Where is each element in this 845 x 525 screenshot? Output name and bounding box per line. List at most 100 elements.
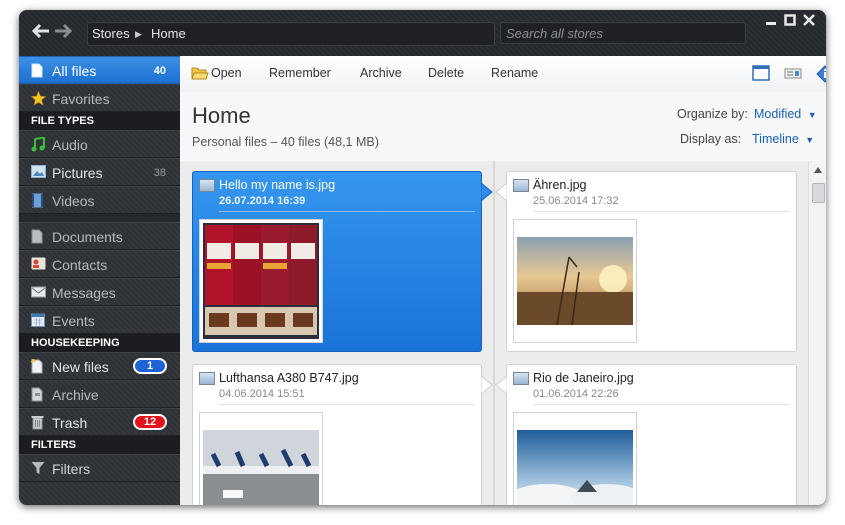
sidebar-item-messages[interactable]: Messages [19, 278, 180, 306]
document-icon [31, 229, 45, 244]
organize-by-label: Organize by: [677, 107, 748, 121]
image-file-icon [513, 372, 529, 385]
sidebar-item-events[interactable]: Events [19, 306, 180, 334]
sidebar-item-new-files[interactable]: New files 1 [19, 352, 180, 380]
item-count: 40 [153, 65, 166, 77]
chevron-down-icon: ▼ [805, 135, 815, 145]
sidebar-item-label: Trash [52, 415, 88, 431]
card-divider [533, 211, 790, 212]
sidebar-item-label: Contacts [52, 257, 108, 273]
image-file-icon [199, 179, 215, 192]
vertical-scrollbar[interactable] [808, 161, 826, 505]
timeline-pointer-icon [481, 376, 493, 394]
delete-button[interactable]: Delete [428, 66, 464, 80]
sidebar-item-label: Pictures [52, 165, 103, 181]
document-icon [31, 63, 45, 78]
file-thumbnail [513, 412, 637, 505]
section-header-file-types: FILE TYPES [19, 112, 180, 130]
sidebar-item-label: New files [52, 359, 109, 375]
rio-photo [517, 430, 633, 505]
open-button[interactable]: Open [211, 66, 242, 80]
properties-card-icon[interactable] [784, 65, 802, 83]
timeline-pointer-icon [495, 376, 507, 394]
forward-arrow-icon[interactable] [54, 23, 73, 39]
sidebar-item-audio[interactable]: Audio [19, 130, 180, 158]
file-thumbnail [199, 412, 323, 505]
sidebar-item-pictures[interactable]: Pictures 38 [19, 158, 180, 186]
file-thumbnail [199, 219, 323, 343]
music-note-icon [31, 136, 45, 152]
envelope-icon [31, 285, 46, 299]
sidebar: All files 40 Favorites FILE TYPES Audio … [19, 56, 180, 505]
picture-icon [31, 165, 46, 179]
breadcrumb-item[interactable]: Stores [92, 23, 130, 45]
breadcrumb-item[interactable]: Home [151, 23, 186, 45]
sidebar-item-label: Favorites [52, 91, 110, 107]
remember-button[interactable]: Remember [269, 66, 331, 80]
selection-pointer-icon [481, 183, 493, 201]
organize-by-value: Modified [754, 107, 802, 121]
sidebar-item-contacts[interactable]: Contacts [19, 250, 180, 278]
title-bar: Stores ▶ Home Search all stores [19, 10, 826, 57]
timeline-pointer-icon [495, 183, 507, 201]
sidebar-item-label: Audio [52, 137, 88, 153]
file-thumbnail [513, 219, 637, 343]
page-subtitle: Personal files – 40 files (48,1 MB) [192, 135, 379, 149]
sidebar-item-label: Videos [52, 193, 95, 209]
file-name: Ähren.jpg [533, 178, 587, 192]
star-icon [30, 90, 47, 106]
sidebar-item-videos[interactable]: Videos [19, 186, 180, 214]
organize-by-dropdown[interactable]: Modified ▼ [754, 107, 817, 121]
rename-button[interactable]: Rename [491, 66, 538, 80]
card-divider [533, 404, 790, 405]
archive-icon [31, 387, 45, 402]
info-diamond-icon[interactable] [816, 65, 826, 83]
sidebar-item-label: Archive [52, 387, 99, 403]
airport-photo [203, 430, 319, 505]
file-date: 25.06.2014 17:32 [533, 195, 619, 207]
calendar-icon [31, 313, 45, 327]
file-card[interactable]: Ähren.jpg 25.06.2014 17:32 [506, 171, 797, 352]
breadcrumb-separator-icon: ▶ [135, 29, 142, 39]
item-count: 38 [153, 167, 166, 179]
sidebar-item-trash[interactable]: Trash 12 [19, 408, 180, 436]
scrollbar-thumb[interactable] [812, 183, 825, 203]
funnel-icon [31, 461, 45, 475]
section-header-housekeeping: HOUSEKEEPING [19, 334, 180, 352]
archive-button[interactable]: Archive [360, 66, 402, 80]
toolbar: Open Remember Archive Delete Rename [180, 56, 826, 93]
app-window: Stores ▶ Home Search all stores All file… [19, 10, 826, 505]
sidebar-item-label: All files [52, 63, 97, 79]
sidebar-item-favorites[interactable]: Favorites [19, 84, 180, 112]
breadcrumb[interactable]: Stores ▶ Home [87, 22, 495, 46]
display-as-label: Display as: [680, 132, 742, 146]
file-date: 26.07.2014 16:39 [219, 195, 306, 207]
file-date: 01.06.2014 22:26 [533, 388, 619, 400]
sidebar-item-all-files[interactable]: All files 40 [19, 56, 180, 84]
view-panel-icon[interactable] [752, 65, 770, 83]
sidebar-item-label: Filters [52, 461, 91, 477]
file-card[interactable]: Lufthansa A380 B747.jpg 04.06.2014 15:51 [192, 364, 482, 505]
file-date: 04.06.2014 15:51 [219, 388, 305, 400]
file-name: Lufthansa A380 B747.jpg [219, 371, 359, 385]
sidebar-item-label: Documents [52, 229, 123, 245]
section-header-filters: FILTERS [19, 436, 180, 454]
chocolate-photo [203, 223, 319, 339]
card-divider [219, 404, 475, 405]
sidebar-divider [19, 214, 180, 222]
sidebar-item-archive[interactable]: Archive [19, 380, 180, 408]
close-icon[interactable] [798, 12, 820, 30]
sidebar-item-documents[interactable]: Documents [19, 222, 180, 250]
timeline-divider [493, 161, 495, 505]
display-as-dropdown[interactable]: Timeline ▼ [752, 132, 814, 146]
trash-badge: 12 [133, 414, 167, 430]
search-input[interactable]: Search all stores [500, 22, 746, 44]
back-arrow-icon[interactable] [31, 23, 50, 39]
contact-card-icon [31, 257, 46, 271]
sidebar-item-filters[interactable]: Filters [19, 454, 180, 482]
file-card[interactable]: Rio de Janeiro.jpg 01.06.2014 22:26 [506, 364, 797, 505]
scroll-up-arrow-icon[interactable] [813, 166, 823, 174]
open-folder-icon[interactable] [191, 65, 209, 83]
file-card[interactable]: Hello my name is.jpg 26.07.2014 16:39 [192, 171, 482, 352]
film-icon [31, 193, 45, 208]
